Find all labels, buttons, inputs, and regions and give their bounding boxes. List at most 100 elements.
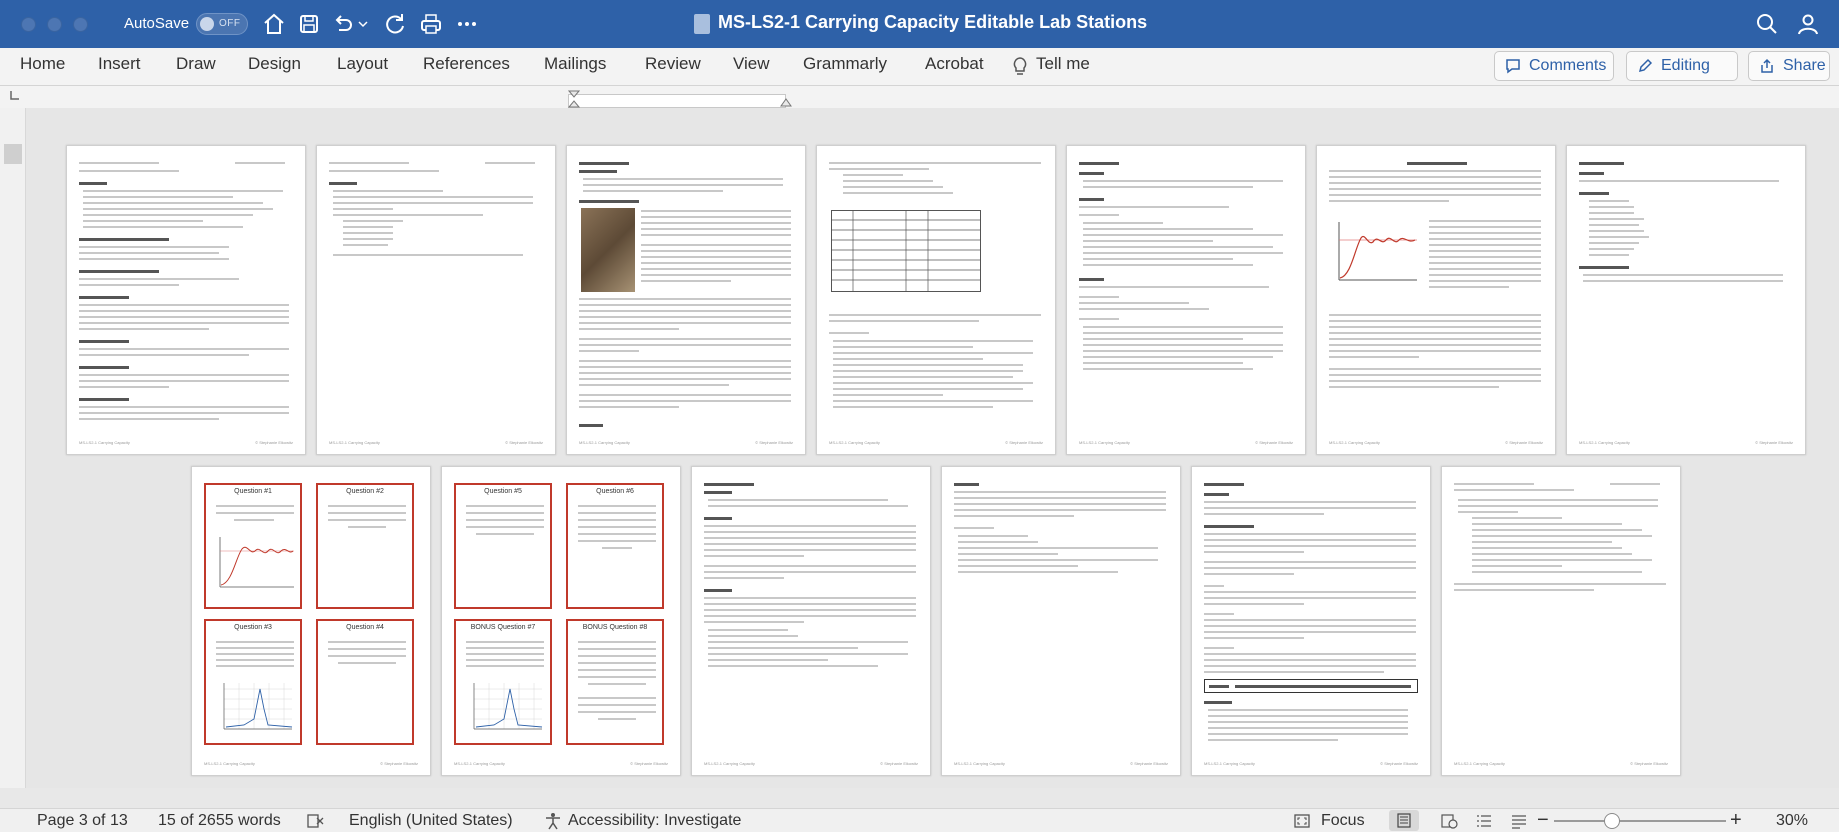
zoom-slider-track[interactable] xyxy=(1554,820,1726,822)
page-footer-right: © Stephanie Elkowitz xyxy=(1005,440,1043,445)
page-synthesis-station[interactable]: MS-LS2-1 Carrying Capacity © Stephanie El… xyxy=(1191,466,1431,776)
proofing-icon[interactable] xyxy=(306,813,326,829)
tab-home[interactable]: Home xyxy=(20,54,65,74)
comments-button[interactable]: Comments xyxy=(1494,51,1614,81)
tab-layout[interactable]: Layout xyxy=(337,54,388,74)
zoom-window-button[interactable] xyxy=(73,17,88,32)
language[interactable]: English (United States) xyxy=(349,812,513,830)
page-assessment-station[interactable]: MS-LS2-1 Carrying Capacity © Stephanie El… xyxy=(1566,145,1806,455)
left-indent-marker[interactable] xyxy=(568,90,580,108)
zoom-out-button[interactable]: − xyxy=(1537,809,1549,832)
zoom-slider-thumb[interactable] xyxy=(1604,813,1620,829)
page-narrative-station[interactable]: MS-LS2-1 Carrying Capacity © Stephanie El… xyxy=(1066,145,1306,455)
question-card-4: Question #4 xyxy=(316,619,414,745)
share-label: Share xyxy=(1783,57,1826,74)
search-icon[interactable] xyxy=(1754,11,1780,37)
share-button[interactable]: Share xyxy=(1748,51,1830,81)
tab-acrobat[interactable]: Acrobat xyxy=(925,54,984,74)
claim-box xyxy=(1204,679,1418,693)
tab-mailings[interactable]: Mailings xyxy=(544,54,606,74)
word-document-icon xyxy=(694,14,710,34)
page-footer-left: MS-LS2-1 Carrying Capacity xyxy=(954,761,1005,766)
page-pre-lab-assignment[interactable]: MS-LS2-1 Carrying Capacity © Stephanie El… xyxy=(316,145,556,455)
page-deer-population-data[interactable]: MS-LS2-1 Carrying Capacity © Stephanie El… xyxy=(816,145,1056,455)
editing-label: Editing xyxy=(1661,57,1710,74)
share-icon xyxy=(1761,58,1773,73)
autosave-toggle[interactable]: OFF xyxy=(196,13,248,35)
home-icon[interactable] xyxy=(261,11,287,37)
page-problem-solving-station[interactable]: MS-LS2-1 Carrying Capacity © Stephanie El… xyxy=(691,466,931,776)
redo-icon[interactable] xyxy=(382,11,408,37)
accessibility-icon[interactable] xyxy=(544,812,562,830)
undo-icon[interactable] xyxy=(330,11,356,37)
tab-grammarly[interactable]: Grammarly xyxy=(803,54,887,74)
page-footer-left: MS-LS2-1 Carrying Capacity xyxy=(1579,440,1630,445)
page-lab-overview[interactable]: MS-LS2-1 Carrying Capacity © Stephanie El… xyxy=(66,145,306,455)
tab-design[interactable]: Design xyxy=(248,54,301,74)
tab-stop-selector-icon[interactable] xyxy=(8,90,20,102)
more-options-icon[interactable] xyxy=(454,11,480,37)
toggle-knob xyxy=(200,17,214,31)
vertical-ruler-margin xyxy=(4,144,22,164)
draft-view-icon[interactable] xyxy=(1510,813,1528,829)
pencil-icon xyxy=(1638,58,1653,73)
population-graph xyxy=(219,537,294,588)
page-footer-right: © Stephanie Elkowitz xyxy=(505,440,543,445)
question-card-title: Question #2 xyxy=(346,488,384,495)
page-footer-left: MS-LS2-1 Carrying Capacity xyxy=(1329,440,1380,445)
save-icon[interactable] xyxy=(296,11,322,37)
outline-view-icon[interactable] xyxy=(1475,813,1493,829)
document-canvas[interactable]: MS-LS2-1 Carrying Capacity © Stephanie El… xyxy=(26,108,1839,788)
page-footer-right: © Stephanie Elkowitz xyxy=(1505,440,1543,445)
page-activity-2[interactable]: MS-LS2-1 Carrying Capacity © Stephanie El… xyxy=(941,466,1181,776)
comments-label: Comments xyxy=(1529,57,1607,74)
page-science-skills-station[interactable]: MS-LS2-1 Carrying Capacity © Stephanie El… xyxy=(566,145,806,455)
page-footer-right: © Stephanie Elkowitz xyxy=(1130,761,1168,766)
tell-me-search[interactable]: Tell me xyxy=(1036,54,1090,74)
right-indent-marker[interactable] xyxy=(780,97,792,107)
tab-review[interactable]: Review xyxy=(645,54,701,74)
horizontal-ruler[interactable] xyxy=(0,86,1839,108)
question-card-title: Question #3 xyxy=(234,624,272,631)
comment-icon xyxy=(1506,59,1520,74)
close-window-button[interactable] xyxy=(21,17,36,32)
print-layout-icon xyxy=(1397,813,1411,828)
title-bar: AutoSave OFF MS-LS2-1 Carrying Capacity … xyxy=(0,0,1839,48)
zoom-in-button[interactable]: + xyxy=(1730,809,1742,832)
print-icon[interactable] xyxy=(418,11,444,37)
focus-mode[interactable]: Focus xyxy=(1321,812,1365,830)
zoom-level[interactable]: 30% xyxy=(1776,812,1808,830)
editing-mode-button[interactable]: Editing xyxy=(1626,51,1738,81)
page-carrying-capacity-reading[interactable]: MS-LS2-1 Carrying Capacity © Stephanie El… xyxy=(1316,145,1556,455)
minimize-window-button[interactable] xyxy=(47,17,62,32)
accessibility-status[interactable]: Accessibility: Investigate xyxy=(568,812,741,830)
autosave-label: AutoSave xyxy=(124,15,190,32)
tab-draw[interactable]: Draw xyxy=(176,54,216,74)
question-card-title: Question #6 xyxy=(596,488,634,495)
autosave-state: OFF xyxy=(219,18,241,29)
tab-references[interactable]: References xyxy=(423,54,510,74)
account-icon[interactable] xyxy=(1795,11,1821,37)
vertical-ruler[interactable] xyxy=(0,108,26,788)
page-question-cards-5-8[interactable]: Question #5 Question #6 BONUS Question #… xyxy=(441,466,681,776)
tab-view[interactable]: View xyxy=(733,54,770,74)
page-footer-left: MS-LS2-1 Carrying Capacity xyxy=(1204,761,1255,766)
ribbon-tabs: Home Insert Draw Design Layout Reference… xyxy=(0,48,1839,86)
undo-dropdown-chevron-icon[interactable] xyxy=(356,11,370,37)
question-card-2: Question #2 xyxy=(316,483,414,609)
ruler-text-area xyxy=(568,94,786,108)
page-footer-right: © Stephanie Elkowitz xyxy=(880,761,918,766)
page-footer-left: MS-LS2-1 Carrying Capacity xyxy=(1079,440,1130,445)
page-question-cards-1-4[interactable]: Question #1 Question #2 Question #3 Ques… xyxy=(191,466,431,776)
tab-insert[interactable]: Insert xyxy=(98,54,141,74)
focus-icon[interactable] xyxy=(1293,813,1311,829)
page-count[interactable]: Page 3 of 13 xyxy=(37,812,128,830)
page-footer-right: © Stephanie Elkowitz xyxy=(755,440,793,445)
web-layout-icon[interactable] xyxy=(1440,813,1458,829)
word-count[interactable]: 15 of 2655 words xyxy=(158,812,281,830)
question-card-title: Question #4 xyxy=(346,624,384,631)
print-layout-view-button[interactable] xyxy=(1389,810,1419,831)
page-post-lab-reflection[interactable]: MS-LS2-1 Carrying Capacity © Stephanie El… xyxy=(1441,466,1681,776)
question-card-5: Question #5 xyxy=(454,483,552,609)
page-footer-right: © Stephanie Elkowitz xyxy=(1380,761,1418,766)
